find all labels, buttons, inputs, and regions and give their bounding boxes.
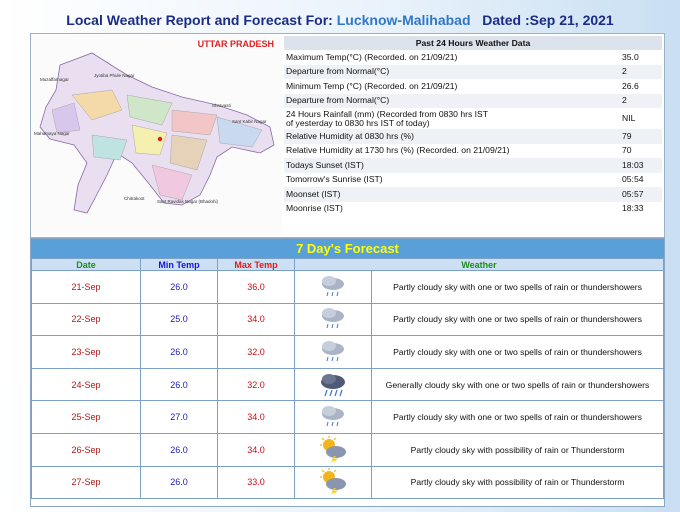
forecast-min-temp: 27.0 <box>141 401 217 433</box>
forecast-row: 21-Sep 26.0 36.0 Partly cloudy sky with one… <box>32 271 663 303</box>
forecast-min-temp: 25.0 <box>141 303 217 336</box>
forecast-max-temp: 34.0 <box>218 433 294 466</box>
forecast-date: 21-Sep <box>32 271 140 303</box>
forecast-row: 23-Sep 26.0 32.0 Partly cloudy sky with one… <box>32 336 663 368</box>
dark-cloud-rain-icon <box>295 368 371 401</box>
forecast-description: Generally cloudy sky with one or two spe… <box>372 368 663 401</box>
col-min-temp: Min Temp <box>141 259 217 270</box>
forecast-max-temp: 36.0 <box>218 271 294 303</box>
map-label-5: Mahamaya Nagar <box>34 131 70 136</box>
forecast-max-temp: 32.0 <box>218 368 294 401</box>
obs-row: Relative Humidity at 0830 hrs (%) 79 <box>284 129 662 144</box>
district-map: Jyotiba Phule Nagar Muzaffarnagar Shrava… <box>32 35 282 235</box>
obs-row: Relative Humidity at 1730 hrs (%) (Recor… <box>286 145 632 156</box>
page-title: Local Weather Report and Forecast For: L… <box>0 12 680 28</box>
forecast-max-temp: 33.0 <box>218 466 294 499</box>
cloud-rain-icon <box>295 303 371 336</box>
obs-row: Todays Sunset (IST) 18:03 <box>284 158 662 173</box>
forecast-date: 26-Sep <box>32 433 140 466</box>
map-label-4: Sant Kabir Nagar <box>232 119 267 124</box>
forecast-description: Partly cloudy sky with one or two spells… <box>372 303 663 336</box>
cloud-rain-icon <box>295 336 371 368</box>
obs-row: Minimum Temp (°C) (Recorded. on 21/09/21… <box>286 80 639 91</box>
forecast-row: 27-Sep 26.0 33.0 Partly cloudy sky with pos… <box>32 466 663 499</box>
forecast-title: 7 Day's Forecast <box>31 239 664 258</box>
forecast-date: 27-Sep <box>32 466 140 499</box>
map-label-7: Sant Ravidas Nagar (Bhadohi) <box>157 199 219 204</box>
map-label-6: Chitrakoot <box>124 196 145 201</box>
forecast-date: 22-Sep <box>32 303 140 336</box>
forecast-min-temp: 26.0 <box>141 466 217 499</box>
map-label-2: Muzaffarnagar <box>40 77 69 82</box>
forecast-max-temp: 34.0 <box>218 401 294 433</box>
forecast-date: 24-Sep <box>32 368 140 401</box>
map-label-3: Shravasti <box>212 103 231 108</box>
forecast-description: Partly cloudy sky with possibility of ra… <box>372 433 663 466</box>
location-name: Lucknow-Malihabad <box>336 12 471 28</box>
current-weather-panel: Jyotiba Phule Nagar Muzaffarnagar Shrava… <box>30 33 665 238</box>
obs-row: Moonset (IST) 05:57 <box>284 187 662 202</box>
forecast-min-temp: 26.0 <box>141 368 217 401</box>
forecast-max-temp: 34.0 <box>218 303 294 336</box>
forecast-min-temp: 26.0 <box>141 433 217 466</box>
cloud-rain-icon <box>295 271 371 303</box>
obs-row: Departure from Normal(°C) 2 <box>284 64 662 79</box>
col-max-temp: Max Temp <box>218 259 294 270</box>
forecast-row: 26-Sep 26.0 34.0 Partly cloudy sky with pos… <box>32 433 663 466</box>
forecast-panel: 7 Day's Forecast Date Min Temp Max Temp … <box>30 238 665 507</box>
title-prefix: Local Weather Report and Forecast For: <box>66 12 333 28</box>
sun-thunder-icon <box>295 466 371 499</box>
obs-row: Maximum Temp(°C) (Recorded. on 21/09/21)… <box>286 51 639 62</box>
cloud-rain-icon <box>295 401 371 433</box>
uttar-pradesh-map-image: Jyotiba Phule Nagar Muzaffarnagar Shrava… <box>34 52 275 214</box>
col-date: Date <box>32 259 140 270</box>
forecast-date: 23-Sep <box>32 336 140 368</box>
obs-row: Departure from Normal(°C) 2 <box>284 93 662 108</box>
obs-row: Tomorrow's Sunrise (IST) 05:54 <box>286 174 644 185</box>
forecast-min-temp: 26.0 <box>141 271 217 303</box>
forecast-max-temp: 32.0 <box>218 336 294 368</box>
forecast-description: Partly cloudy sky with one or two spells… <box>372 271 663 303</box>
obs-row: 24 Hours Rainfall (mm) (Recorded from 08… <box>286 108 636 128</box>
forecast-date: 25-Sep <box>32 401 140 433</box>
forecast-row: 25-Sep 27.0 34.0 Partly cloudy sky with one… <box>32 401 663 433</box>
past-24h-table: Past 24 Hours Weather Data Maximum Temp(… <box>284 36 664 216</box>
forecast-table: Date Min Temp Max Temp Weather 21-Sep 26.… <box>31 258 664 500</box>
map-label-1: Jyotiba Phule Nagar <box>94 73 135 78</box>
forecast-description: Partly cloudy sky with possibility of ra… <box>372 466 663 499</box>
forecast-min-temp: 26.0 <box>141 336 217 368</box>
sun-thunder-icon <box>295 433 371 466</box>
col-weather: Weather <box>295 259 663 270</box>
past-24h-heading: Past 24 Hours Weather Data <box>284 36 662 50</box>
forecast-row: 24-Sep 26.0 32.0 Generally cloudy sky with … <box>32 368 663 401</box>
state-label: UTTAR PRADESH <box>197 39 274 49</box>
report-date: Dated :Sep 21, 2021 <box>482 12 614 28</box>
forecast-description: Partly cloudy sky with one or two spells… <box>372 336 663 368</box>
forecast-description: Partly cloudy sky with one or two spells… <box>372 401 663 433</box>
obs-row: Moonrise (IST) 18:33 <box>286 203 644 214</box>
forecast-row: 22-Sep 25.0 34.0 Partly cloudy sky with one… <box>32 303 663 336</box>
